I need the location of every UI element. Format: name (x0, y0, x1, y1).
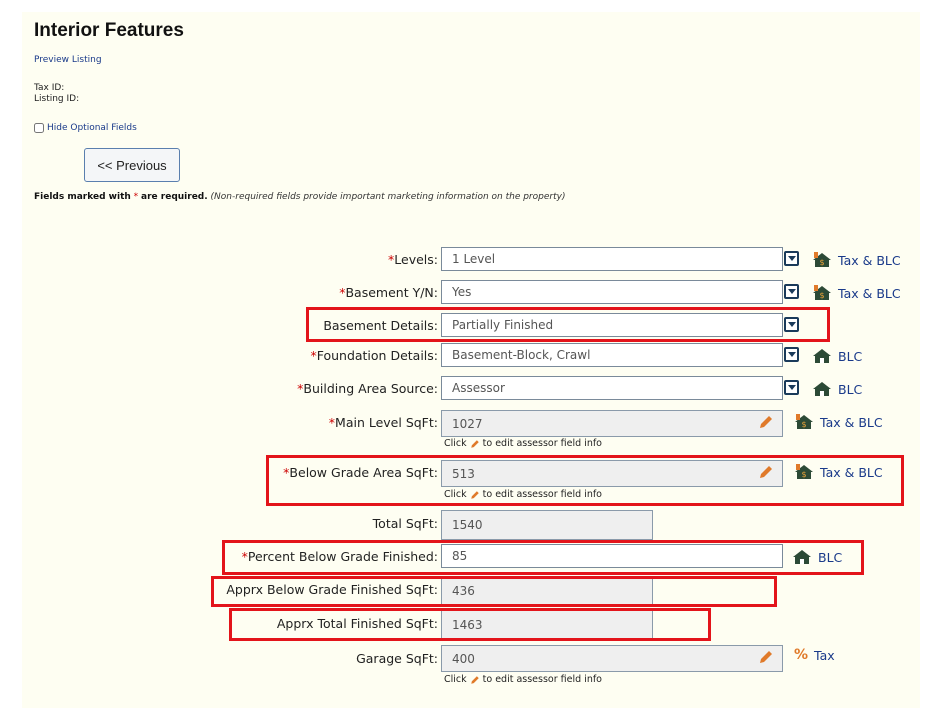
building-area-source-dropdown-icon[interactable] (784, 380, 799, 395)
levels-source: $ Tax & BLC (812, 252, 901, 268)
hide-optional-checkbox[interactable] (34, 123, 44, 133)
preview-listing-link[interactable]: Preview Listing (34, 55, 102, 65)
hide-optional-label: Hide Optional Fields (47, 123, 137, 133)
house-icon (813, 349, 831, 363)
highlight-pct-below-finished (222, 540, 864, 575)
pencil-icon (470, 439, 479, 448)
levels-label: *Levels: (388, 252, 438, 267)
levels-dropdown-icon[interactable] (784, 251, 799, 266)
required-note: Fields marked with * are required. (Non-… (34, 192, 565, 202)
svg-text:$: $ (819, 258, 824, 267)
garage-source: % Tax (794, 647, 835, 663)
garage-pencil-icon[interactable] (758, 649, 774, 665)
hide-optional-fields[interactable]: Hide Optional Fields (34, 123, 137, 133)
required-note-tail: are required. (141, 192, 208, 202)
main-level-sqft-field: 1027 (441, 410, 783, 437)
highlight-basement-details (306, 307, 830, 342)
required-star: * (133, 192, 139, 202)
required-note-info: (Non-required fields provide important m… (210, 192, 566, 202)
highlight-below-grade (266, 455, 904, 506)
main-level-hint: Click to edit assessor field info (444, 438, 602, 449)
basement-yn-dropdown-icon[interactable] (784, 284, 799, 299)
foundation-label: *Foundation Details: (310, 348, 438, 363)
house-dollar-icon: $ (813, 252, 831, 267)
foundation-dropdown-icon[interactable] (784, 347, 799, 362)
highlight-apprx-below-finished (211, 576, 777, 607)
basement-yn-source: $ Tax & BLC (812, 285, 901, 301)
basement-yn-label: *Basement Y/N: (339, 285, 438, 300)
tax-id-label: Tax ID: (34, 83, 65, 93)
svg-text:$: $ (801, 420, 806, 429)
total-sqft-field: 1540 (441, 510, 653, 540)
total-sqft-label: Total SqFt: (372, 516, 438, 531)
building-area-source-source: BLC (812, 381, 862, 397)
foundation-select[interactable]: Basement-Block, Crawl (441, 343, 783, 367)
building-area-source-select[interactable]: Assessor (441, 376, 783, 400)
house-icon (813, 382, 831, 396)
basement-yn-select[interactable]: Yes (441, 280, 783, 304)
building-area-source-label: *Building Area Source: (297, 381, 438, 396)
page-title: Interior Features (34, 20, 184, 41)
garage-hint: Click to edit assessor field info (444, 674, 602, 685)
garage-sqft-label: Garage SqFt: (356, 651, 438, 666)
main-level-source: $ Tax & BLC (794, 414, 883, 430)
percent-icon: % (794, 647, 809, 663)
svg-text:$: $ (819, 291, 824, 300)
levels-select[interactable]: 1 Level (441, 247, 783, 271)
required-note-lead: Fields marked with (34, 192, 131, 202)
house-dollar-icon: $ (813, 285, 831, 300)
house-dollar-icon: $ (795, 414, 813, 429)
pencil-icon (470, 675, 479, 684)
listing-id-label: Listing ID: (34, 94, 80, 104)
garage-sqft-field: 400 (441, 645, 783, 672)
foundation-source: BLC (812, 348, 862, 364)
highlight-apprx-total-finished (229, 608, 711, 641)
main-level-pencil-icon[interactable] (758, 414, 774, 430)
main-level-sqft-label: *Main Level SqFt: (328, 415, 438, 430)
previous-button[interactable]: << Previous (84, 148, 180, 182)
